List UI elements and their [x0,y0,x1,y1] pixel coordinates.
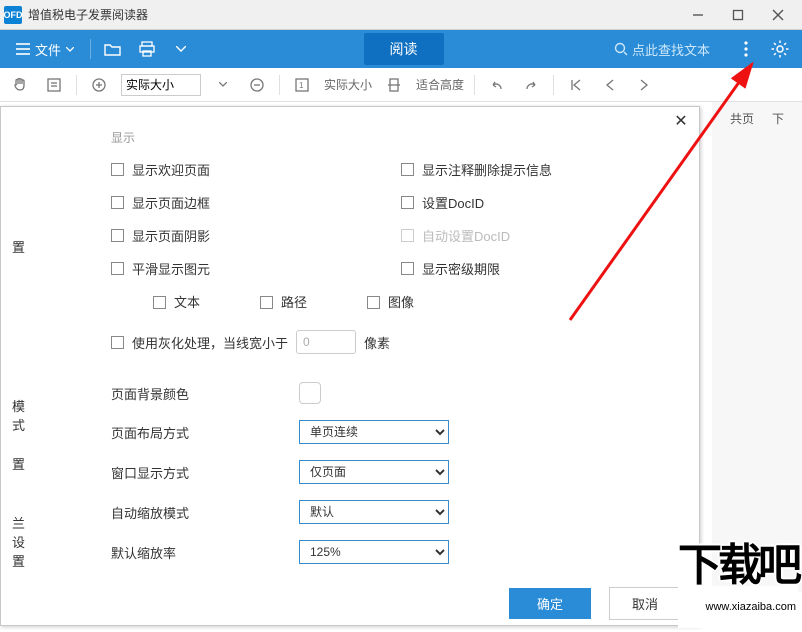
nav-item-1[interactable]: 置 [1,227,31,266]
grayline-suffix: 像素 [364,333,390,352]
nav-item-4[interactable]: 兰设置 [1,503,31,580]
layout-label: 页面布局方式 [111,423,299,442]
undo-icon[interactable] [485,73,509,97]
checkbox-path[interactable] [260,296,273,309]
checkbox-grayline[interactable] [111,336,124,349]
watermark-url: www.xiazaiba.com [678,586,798,628]
checkbox-docid-label: 设置DocID [422,193,484,212]
zoom-select[interactable] [121,74,201,96]
chevron-down-icon [66,47,74,52]
search-icon [614,42,628,56]
checkbox-image-label: 图像 [388,295,414,310]
maximize-button[interactable] [718,0,758,30]
print-icon[interactable] [135,37,159,61]
checkbox-smooth[interactable] [111,262,124,275]
window-select[interactable]: 仅页面 [299,460,449,484]
nav-item-3[interactable]: 置 [1,444,31,483]
checkbox-auto-docid-label: 自动设置DocID [422,226,510,245]
search-placeholder: 点此查找文本 [632,40,710,59]
dialog-close-button[interactable]: ✕ [669,109,693,133]
fit-height-icon[interactable] [382,73,406,97]
app-icon: OFD [4,6,22,24]
actual-size-label: 实际大小 [324,76,372,93]
bgcolor-label: 页面背景颜色 [111,384,299,403]
prev-page-icon[interactable] [598,73,622,97]
fit-height-label: 适合高度 [416,76,464,93]
window-title: 增值税电子发票阅读器 [28,6,678,23]
more-vertical-icon[interactable] [734,37,758,61]
open-folder-icon[interactable] [101,37,125,61]
checkbox-text-label: 文本 [174,295,200,310]
page-total-label: 共页 [730,110,754,127]
watermark: 下载吧 www.xiazaiba.com [678,546,798,628]
defaultzoom-select[interactable]: 125% [299,540,449,564]
nav-item-2[interactable]: 模式 [1,386,31,444]
settings-dialog: ✕ 置 模式 置 兰设置 显示 显示欢迎页面 显示页面边框 显示页面阴影 平滑显… [0,106,700,626]
minimize-button[interactable] [678,0,718,30]
next-page-icon[interactable] [632,73,656,97]
checkbox-smooth-label: 平滑显示图元 [132,259,210,278]
checkbox-auto-docid [401,229,414,242]
checkbox-text[interactable] [153,296,166,309]
ok-button[interactable]: 确定 [509,588,591,619]
zoom-dropdown-icon[interactable] [211,73,235,97]
hand-tool-icon[interactable] [8,73,32,97]
display-group-label: 显示 [111,129,679,146]
checkbox-welcome-label: 显示欢迎页面 [132,160,210,179]
defaultzoom-label: 默认缩放率 [111,543,299,562]
down-label: 下 [772,110,784,127]
checkbox-welcome[interactable] [111,163,124,176]
hamburger-file-menu[interactable]: 文件 [10,36,80,63]
checkbox-shadow-label: 显示页面阴影 [132,226,210,245]
checkbox-border-label: 显示页面边框 [132,193,210,212]
grayline-prefix: 使用灰化处理，当线宽小于 [132,333,288,352]
checkbox-image[interactable] [367,296,380,309]
checkbox-secret[interactable] [401,262,414,275]
checkbox-secret-label: 显示密级期限 [422,259,500,278]
watermark-text: 下载吧 [678,541,798,590]
gear-icon[interactable] [768,37,792,61]
checkbox-docid[interactable] [401,196,414,209]
checkbox-annot-del[interactable] [401,163,414,176]
zoom-in-icon[interactable] [87,73,111,97]
checkbox-shadow[interactable] [111,229,124,242]
redo-icon[interactable] [519,73,543,97]
more-chevron-icon[interactable] [169,37,193,61]
first-page-icon[interactable] [564,73,588,97]
svg-text:1: 1 [299,81,304,90]
right-panel: 共页 下 [712,102,802,592]
read-tab[interactable]: 阅读 [364,33,444,65]
window-label: 窗口显示方式 [111,463,299,482]
checkbox-border[interactable] [111,196,124,209]
zoom-out-icon[interactable] [245,73,269,97]
checkbox-annot-del-label: 显示注释删除提示信息 [422,160,552,179]
cancel-button[interactable]: 取消 [609,587,681,620]
select-tool-icon[interactable] [42,73,66,97]
layout-select[interactable]: 单页连续 [299,420,449,444]
bgcolor-swatch[interactable] [299,382,321,404]
checkbox-path-label: 路径 [281,295,307,310]
autozoom-label: 自动缩放模式 [111,503,299,522]
autozoom-select[interactable]: 默认 [299,500,449,524]
close-button[interactable] [758,0,798,30]
file-menu-label: 文件 [35,40,61,59]
search-box[interactable]: 点此查找文本 [614,40,710,59]
actual-size-icon[interactable]: 1 [290,73,314,97]
grayline-input[interactable] [296,330,356,354]
